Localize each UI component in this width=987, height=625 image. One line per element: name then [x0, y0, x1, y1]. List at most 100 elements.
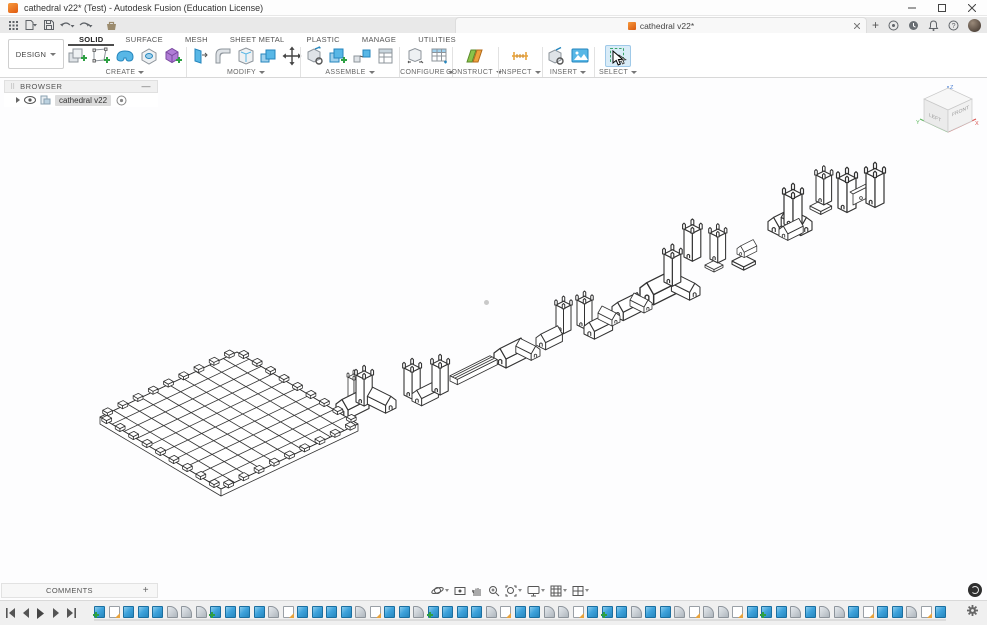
insert-derive-button-2[interactable] [545, 45, 567, 67]
timeline-feature-extrude[interactable] [326, 605, 337, 618]
timeline-feature-extrude[interactable] [848, 605, 859, 618]
document-tab[interactable]: cathedral v22* [455, 17, 867, 33]
group-assemble-label[interactable]: ASSEMBLE [325, 69, 365, 76]
timeline-feature-fillet[interactable] [906, 605, 917, 618]
redo-button[interactable] [76, 18, 94, 32]
configure-button[interactable] [404, 45, 426, 67]
model-piece-tower[interactable] [809, 165, 834, 215]
extensions-icon[interactable] [888, 20, 899, 31]
insert-derive-button[interactable] [304, 45, 326, 67]
timeline-feature-extrude[interactable] [253, 605, 265, 618]
timeline-feature-component[interactable] [426, 605, 439, 618]
shell-button[interactable] [236, 45, 257, 67]
timeline-feature-component[interactable] [209, 605, 221, 618]
model-piece-house[interactable] [493, 337, 541, 369]
timeline-feature-component[interactable] [600, 605, 613, 618]
notifications-bell-icon[interactable] [928, 19, 939, 31]
timeline-feature-sketch[interactable] [500, 605, 511, 618]
timeline-feature-sketch[interactable] [369, 605, 381, 618]
timeline-feature-fillet[interactable] [833, 605, 845, 618]
group-create-label[interactable]: CREATE [106, 69, 136, 76]
timeline-feature-extrude[interactable] [311, 605, 323, 618]
timeline-feature-extrude[interactable] [645, 605, 656, 618]
timeline-feature-sketch[interactable] [108, 605, 120, 618]
group-configure-label[interactable]: CONFIGURE [400, 69, 445, 76]
create-form-button[interactable] [114, 45, 136, 67]
fillet-button[interactable] [213, 45, 234, 67]
timeline-feature-fillet[interactable] [485, 605, 497, 618]
bom-button[interactable] [375, 45, 397, 67]
step-back-button[interactable] [20, 607, 31, 619]
timeline-feature-extrude[interactable] [587, 605, 598, 618]
undo-button[interactable] [58, 18, 76, 32]
timeline-feature-component[interactable] [760, 605, 772, 618]
root-component-label[interactable]: cathedral v22 [55, 94, 112, 106]
timeline-feature-fillet[interactable] [268, 605, 279, 618]
press-pull-button[interactable] [190, 45, 211, 67]
add-comment-button[interactable]: + [143, 585, 149, 596]
create-base-feature-button[interactable] [138, 45, 160, 67]
timeline-feature-extrude[interactable] [297, 605, 308, 618]
timeline-feature-fillet[interactable] [355, 605, 366, 618]
joint-button[interactable] [351, 45, 373, 67]
timeline-feature-extrude[interactable] [471, 605, 482, 618]
timeline-feature-extrude[interactable] [616, 605, 627, 618]
model-piece-tower[interactable] [682, 218, 703, 262]
viewport-canvas[interactable]: LEFT FRONT Z Y X [0, 78, 987, 600]
model-piece-facade[interactable] [835, 161, 887, 214]
go-to-start-button[interactable] [5, 607, 16, 619]
timeline-feature-extrude[interactable] [384, 605, 395, 618]
timeline-feature-fillet[interactable] [558, 605, 569, 618]
group-construct-label[interactable]: CONSTRUCT [446, 69, 493, 76]
group-insert-label[interactable]: INSERT [550, 69, 577, 76]
timeline-feature-fillet[interactable] [195, 605, 207, 618]
timeline-feature-extrude[interactable] [891, 605, 903, 618]
go-to-end-button[interactable] [65, 607, 76, 619]
step-forward-button[interactable] [50, 607, 61, 619]
model-piece-twin-towers[interactable] [554, 290, 621, 340]
tab-close-button[interactable] [852, 21, 862, 31]
expand-caret-icon[interactable] [16, 97, 20, 103]
viewports-button[interactable] [571, 585, 590, 597]
new-tab-button[interactable]: + [872, 19, 879, 31]
timeline-feature-extrude[interactable] [224, 605, 236, 618]
save-button[interactable] [40, 18, 58, 32]
timeline-feature-fillet[interactable] [674, 605, 685, 618]
activate-radio-icon[interactable] [116, 95, 127, 106]
pan-button[interactable] [470, 585, 484, 597]
maximize-button[interactable] [927, 0, 957, 16]
create-sketch-button[interactable] [90, 45, 112, 67]
browser-header[interactable]: ⠿ BROWSER — [4, 80, 158, 93]
timeline-feature-fillet[interactable] [413, 605, 424, 618]
timeline-feature-fillet[interactable] [703, 605, 714, 618]
select-button[interactable] [605, 45, 631, 67]
group-inspect-label[interactable]: INSPECT [499, 69, 531, 76]
toolbox-button[interactable] [102, 18, 120, 32]
help-icon[interactable]: ? [948, 20, 959, 31]
timeline-feature-extrude[interactable] [746, 605, 758, 618]
file-menu-button[interactable] [22, 18, 40, 32]
timeline-feature-extrude[interactable] [935, 605, 946, 618]
timeline-feature-extrude[interactable] [456, 605, 468, 618]
assistant-badge[interactable] [968, 583, 982, 597]
look-at-button[interactable] [453, 585, 467, 597]
play-button[interactable] [35, 607, 46, 619]
timeline-feature-fillet[interactable] [630, 605, 642, 618]
visibility-eye-icon[interactable] [24, 96, 36, 104]
model-piece-gatehouse[interactable] [335, 364, 397, 420]
timeline-feature-extrude[interactable] [152, 605, 163, 618]
avatar[interactable] [968, 18, 981, 32]
display-settings-button[interactable] [526, 585, 546, 597]
fit-button[interactable] [504, 585, 523, 597]
timeline-feature-extrude[interactable] [340, 605, 352, 618]
model-piece-corner-towers[interactable] [402, 353, 451, 407]
timeline-feature-extrude[interactable] [804, 605, 816, 618]
move-copy-button[interactable] [281, 45, 302, 67]
orbit-button[interactable] [430, 584, 450, 597]
timeline-feature-extrude[interactable] [442, 605, 453, 618]
timeline-feature-extrude[interactable] [398, 605, 410, 618]
timeline-feature-extrude[interactable] [239, 605, 250, 618]
model-piece-base[interactable] [731, 239, 758, 271]
group-select-label[interactable]: SELECT [599, 69, 628, 76]
timeline-feature-extrude[interactable] [529, 605, 540, 618]
